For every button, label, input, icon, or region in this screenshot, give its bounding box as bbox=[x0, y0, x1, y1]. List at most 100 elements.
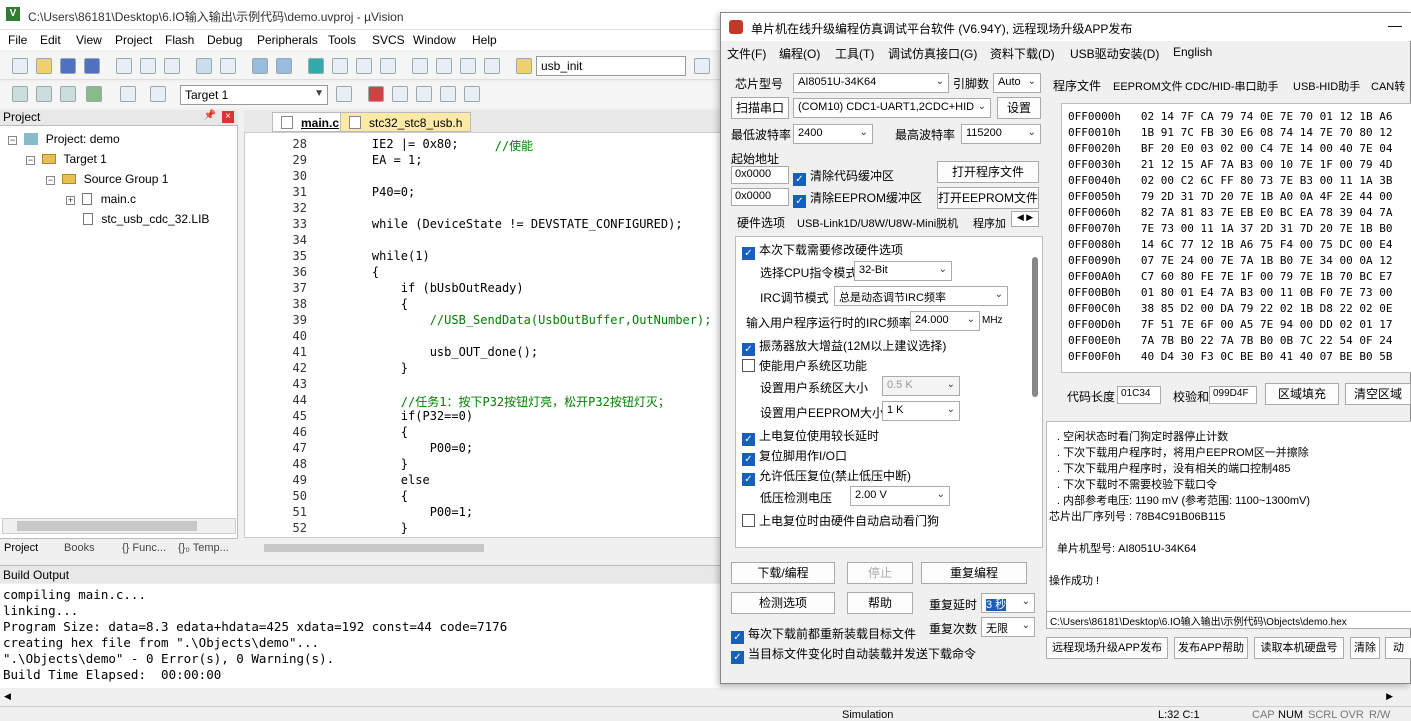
load-icon[interactable] bbox=[150, 86, 166, 102]
clear-log-button[interactable]: 清除 bbox=[1350, 637, 1380, 659]
code-line[interactable]: 39 //USB_SendData(UsbOutBuffer,OutNumber… bbox=[245, 313, 729, 329]
scroll-thumb[interactable] bbox=[17, 521, 197, 531]
checkbox-checked-icon[interactable]: ✓ bbox=[731, 631, 744, 644]
code-line[interactable]: 40 bbox=[245, 329, 729, 345]
remote-upgrade-button[interactable]: 远程现场升级APP发布 bbox=[1046, 637, 1168, 659]
tab-usb-hid[interactable]: USB-HID助手 bbox=[1293, 78, 1360, 94]
tab-can[interactable]: CAN转 bbox=[1371, 78, 1405, 94]
pin-icon[interactable]: 📌 bbox=[204, 110, 216, 121]
irc-freq-select[interactable]: 24.000 ⌄ bbox=[910, 311, 980, 331]
tab-cdc-hid[interactable]: CDC/HID-串口助手 bbox=[1185, 78, 1279, 94]
lvr-option[interactable]: ✓ 允许低压复位(禁止低压中断) bbox=[742, 467, 911, 486]
batch-build-icon[interactable] bbox=[86, 86, 102, 102]
menu-svcs[interactable]: SVCS bbox=[372, 33, 405, 47]
hex-view[interactable]: 0FF0000h 02 14 7F CA 79 74 0E 7E 70 01 1… bbox=[1061, 103, 1411, 373]
menu-flash[interactable]: Flash bbox=[165, 33, 194, 47]
wdt-option[interactable]: 上电复位时由硬件自动启动看门狗 bbox=[742, 512, 939, 529]
scroll-left-icon[interactable]: ◀ bbox=[4, 691, 11, 702]
uncomment-icon[interactable] bbox=[484, 58, 500, 74]
checkbox-checked-icon[interactable]: ✓ bbox=[742, 453, 755, 466]
code-line[interactable]: 38 { bbox=[245, 297, 729, 313]
read-disk-id-button[interactable]: 读取本机硬盘号 bbox=[1254, 637, 1344, 659]
clear-code-option[interactable]: ✓ 清除代码缓冲区 bbox=[793, 167, 894, 186]
file-path-field[interactable]: C:\Users\86181\Desktop\6.IO输入输出\示例代码\Obj… bbox=[1046, 611, 1411, 629]
scroll-right-icon[interactable]: ▶ bbox=[1386, 691, 1393, 702]
chip-select[interactable]: AI8051U-34K64 ⌄ bbox=[793, 73, 949, 93]
tab-header-file[interactable]: stc32_stc8_usb.h bbox=[340, 112, 472, 132]
help-button[interactable]: 帮助 bbox=[847, 592, 913, 614]
reload-before-option[interactable]: ✓ 每次下载前都重新装载目标文件 bbox=[731, 625, 916, 644]
tab-main-c[interactable]: main.c bbox=[272, 112, 349, 132]
repeat-delay-select[interactable]: 3 秒 ⌄ bbox=[981, 593, 1035, 613]
tab-scroll-arrows-icon[interactable]: ◀ ▶ bbox=[1011, 211, 1039, 227]
code-line[interactable]: 28 IE2 |= 0x80; //使能 bbox=[245, 137, 729, 153]
code-line[interactable]: 32 bbox=[245, 201, 729, 217]
bookmark-icon[interactable] bbox=[308, 58, 324, 74]
auto-load-option[interactable]: ✓ 当目标文件变化时自动装载并发送下载命令 bbox=[731, 645, 976, 664]
min-baud-select[interactable]: 2400 ⌄ bbox=[793, 124, 873, 144]
checkbox-unchecked-icon[interactable] bbox=[742, 514, 755, 527]
options-for-target-icon[interactable] bbox=[336, 86, 352, 102]
code-line[interactable]: 34 bbox=[245, 233, 729, 249]
checkbox-checked-icon[interactable]: ✓ bbox=[742, 343, 755, 356]
checkbox-unchecked-icon[interactable] bbox=[742, 359, 755, 372]
port-select[interactable]: (COM10) CDC1-UART1,2CDC+HID ⌄ bbox=[793, 98, 991, 118]
find-icon[interactable] bbox=[694, 58, 710, 74]
checkbox-checked-icon[interactable]: ✓ bbox=[742, 473, 755, 486]
open-program-file-button[interactable]: 打开程序文件 bbox=[937, 161, 1039, 183]
stc-menu-debug[interactable]: 调试仿真接口(G) bbox=[888, 45, 977, 62]
code-line[interactable]: 31 P40=0; bbox=[245, 185, 729, 201]
menu-view[interactable]: View bbox=[76, 33, 102, 47]
stc-menu-program[interactable]: 编程(O) bbox=[779, 45, 820, 62]
cut-icon[interactable] bbox=[116, 58, 132, 74]
lvd-select[interactable]: 2.00 V ⌄ bbox=[850, 486, 950, 506]
code-line[interactable]: 29 EA = 1; bbox=[245, 153, 729, 169]
code-line[interactable]: 45 if(P32==0) bbox=[245, 409, 729, 425]
stc-menu-download[interactable]: 资料下载(D) bbox=[990, 45, 1055, 62]
code-line[interactable]: 42 } bbox=[245, 361, 729, 377]
reprogram-button[interactable]: 重复编程 bbox=[921, 562, 1027, 584]
clear-area-button[interactable]: 清空区域 bbox=[1345, 383, 1411, 405]
undo-icon[interactable] bbox=[196, 58, 212, 74]
pack-installer-icon[interactable] bbox=[440, 86, 456, 102]
checkbox-checked-icon[interactable]: ✓ bbox=[742, 247, 755, 260]
osc-gain-option[interactable]: ✓ 振荡器放大增益(12M以上建议选择) bbox=[742, 337, 946, 356]
tree-file-lib[interactable]: stc_usb_cdc_32.LIB bbox=[83, 212, 209, 226]
code-line[interactable]: 41 usb_OUT_done(); bbox=[245, 345, 729, 361]
modify-hw-option[interactable]: ✓ 本次下载需要修改硬件选项 bbox=[742, 241, 903, 260]
target-combo[interactable]: Target 1 ▼ bbox=[180, 85, 328, 105]
tab-project[interactable]: Project bbox=[4, 542, 38, 554]
code-editor[interactable]: 28 IE2 |= 0x80; //使能 29 EA = 1; 30 31 P40=0… bbox=[244, 132, 730, 538]
code-line[interactable]: 49 else bbox=[245, 473, 729, 489]
build-output[interactable]: compiling main.c... linking... Program Siz… bbox=[0, 584, 720, 688]
more-button[interactable]: 动 bbox=[1385, 637, 1411, 659]
tab-eeprom-file[interactable]: EEPROM文件 bbox=[1113, 78, 1183, 94]
project-hscrollbar[interactable] bbox=[2, 518, 236, 534]
editor-hscrollbar[interactable] bbox=[244, 540, 730, 556]
minimize-icon[interactable]: — bbox=[1388, 17, 1402, 33]
tree-file-main[interactable]: + main.c bbox=[66, 192, 136, 206]
settings-button[interactable]: 设置 bbox=[997, 97, 1041, 119]
rebuild-icon[interactable] bbox=[60, 86, 76, 102]
tab-functions[interactable]: {} Func... bbox=[122, 542, 166, 554]
download-program-button[interactable]: 下载/编程 bbox=[731, 562, 835, 584]
menu-debug[interactable]: Debug bbox=[207, 33, 242, 47]
pin-count-select[interactable]: Auto ⌄ bbox=[993, 73, 1041, 93]
menu-peripherals[interactable]: Peripherals bbox=[257, 33, 318, 47]
clear-eeprom-option[interactable]: ✓ 清除EEPROM缓冲区 bbox=[793, 189, 922, 208]
irc-mode-select[interactable]: 总是动态调节IRC频率 ⌄ bbox=[834, 286, 1008, 306]
tab-program-file[interactable]: 程序文件 bbox=[1053, 77, 1101, 94]
comment-icon[interactable] bbox=[460, 58, 476, 74]
long-reset-option[interactable]: ✓ 上电复位使用较长延时 bbox=[742, 427, 879, 446]
code-line[interactable]: 52 } bbox=[245, 521, 729, 537]
collapse-icon[interactable]: − bbox=[8, 136, 17, 145]
stop-build-icon[interactable] bbox=[120, 86, 136, 102]
select-packs-icon[interactable] bbox=[392, 86, 408, 102]
code-line[interactable]: 46 { bbox=[245, 425, 729, 441]
open-eeprom-file-button[interactable]: 打开EEPROM文件 bbox=[937, 187, 1039, 209]
menu-help[interactable]: Help bbox=[472, 33, 497, 47]
code-line[interactable]: 44 //任务1：按下P32按钮灯亮，松开P32按钮灯灭； bbox=[245, 393, 729, 409]
checkbox-checked-icon[interactable]: ✓ bbox=[742, 433, 755, 446]
navigate-forward-icon[interactable] bbox=[276, 58, 292, 74]
tree-source-group[interactable]: − Source Group 1 bbox=[46, 172, 168, 186]
